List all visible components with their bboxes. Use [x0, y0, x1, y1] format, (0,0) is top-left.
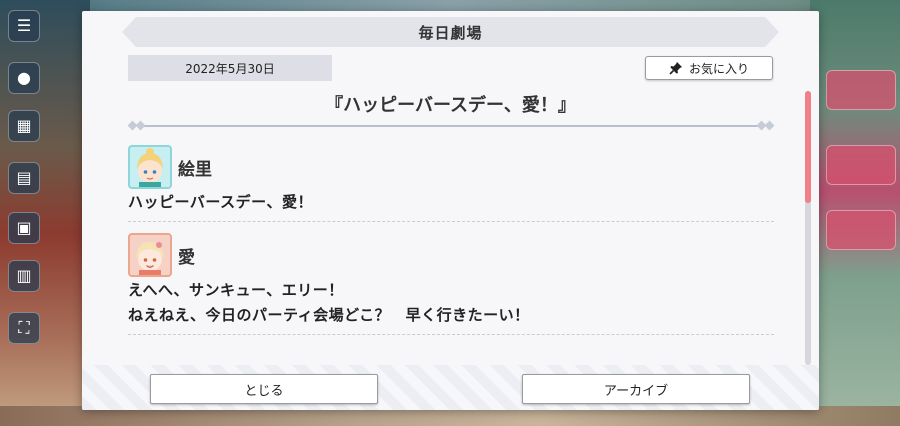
date-label: 2022年5月30日 [128, 55, 332, 81]
event-banner[interactable] [826, 70, 896, 110]
chat-icon[interactable]: ● [8, 62, 40, 94]
gift-shop-icon[interactable]: ▦ [8, 110, 40, 142]
entry-separator [128, 221, 774, 222]
fullscreen-icon[interactable]: ⛶ [8, 312, 40, 344]
speaker-row: 愛 [128, 232, 774, 278]
close-button-label: とじる [244, 383, 284, 399]
favorite-button[interactable]: お気に入り [645, 56, 773, 80]
news-icon[interactable]: ▣ [8, 212, 40, 244]
story-banner[interactable] [826, 210, 896, 250]
episode-title: 『ハッピーバースデー、愛！』 [325, 95, 576, 116]
speaker-name: 愛 [178, 247, 195, 268]
speaker-row: 絵里 [128, 144, 774, 190]
dialogue-line: ハッピーバースデー、愛！ [128, 193, 313, 211]
dialog-footer: とじる アーカイブ [82, 365, 819, 410]
pin-icon [669, 62, 682, 75]
dialog-header: 毎日劇場 [122, 17, 779, 47]
favorite-button-label: お気に入り [688, 61, 749, 76]
menu-icon[interactable]: ☰ [8, 10, 40, 42]
eli-avatar [128, 145, 172, 189]
ai-avatar [128, 233, 172, 277]
scrollbar[interactable] [805, 91, 811, 365]
live-banner[interactable] [826, 145, 896, 185]
dialogue-line: ねえねえ、今日のパーティ会場どこ？ 早く行きたーい！ [128, 306, 530, 324]
script-entry: 絵里 ハッピーバースデー、愛！ [128, 144, 774, 222]
close-button[interactable]: とじる [150, 374, 378, 404]
archive-button[interactable]: アーカイブ [522, 374, 750, 404]
script-entry: 愛 えへへ、サンキュー、エリー！ ねえねえ、今日のパーティ会場どこ？ 早く行きた… [128, 232, 774, 335]
entry-separator [128, 334, 774, 335]
calendar-icon[interactable]: ▥ [8, 260, 40, 292]
speaker-name: 絵里 [178, 159, 212, 180]
dialogue-line: えへへ、サンキュー、エリー！ [128, 281, 344, 299]
dialog-title: 毎日劇場 [418, 23, 483, 42]
scrollbar-thumb[interactable] [805, 91, 811, 203]
script-scroll-area[interactable]: 絵里 ハッピーバースデー、愛！ 愛 えへへ、サンキュー、エリー！ ねえねえ、今日… [128, 144, 774, 366]
daily-theater-dialog: 毎日劇場 2022年5月30日 お気に入り 『ハッピーバースデー、愛！』 絵里 … [82, 11, 819, 410]
title-divider [126, 120, 776, 132]
archive-button-label: アーカイブ [603, 383, 669, 399]
present-icon[interactable]: ▤ [8, 162, 40, 194]
